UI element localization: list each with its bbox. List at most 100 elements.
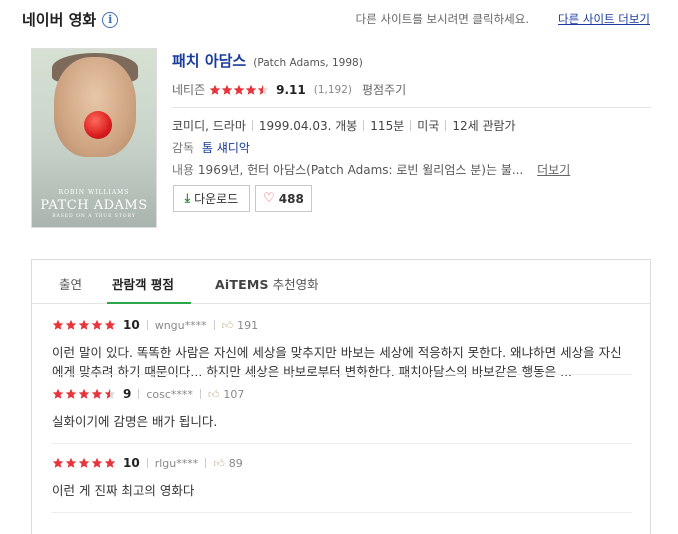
meta-separator	[445, 120, 447, 131]
aitems-label: AiTEMS	[215, 277, 269, 292]
review-score: 9	[123, 387, 132, 401]
star-icon	[245, 84, 257, 96]
review-header: 9 cosc**** 👍︎ 107	[52, 387, 632, 401]
review-likes: 107	[223, 387, 245, 401]
rating-count: (1,192)	[313, 83, 352, 96]
rate-link[interactable]: 평점주기	[362, 81, 406, 98]
top-bar: 네이버 영화 i 다른 사이트를 보시려면 클릭하세요. 다른 사이트 더보기	[0, 0, 678, 36]
meta-item: 미국	[417, 119, 440, 133]
separator	[205, 458, 207, 468]
summary-text: 1969년, 헌터 아담스(Patch Adams: 로빈 윌리엄스 분)는 불…	[197, 163, 524, 177]
star-icon	[65, 457, 77, 469]
meta-item: 12세 관람가	[452, 119, 516, 133]
thumbs-up-icon[interactable]: 👍︎	[213, 457, 225, 470]
star-icon	[91, 457, 103, 469]
review-text: 이런 말이 있다. 똑똑한 사람은 자신에 세상을 맞추지만 바보는 세상에 적…	[52, 345, 622, 379]
poster-title: PATCH ADAMS	[40, 198, 148, 213]
star-icon	[65, 319, 77, 331]
separator	[213, 320, 215, 330]
like-button[interactable]: ♡ 488	[255, 185, 312, 212]
star-icon	[65, 388, 77, 400]
movie-title-en: (Patch Adams, 1998)	[253, 57, 363, 69]
active-tab-indicator	[107, 302, 191, 304]
brand-label: 네이버 영화	[22, 11, 97, 29]
download-button[interactable]: ⤓ 다운로드	[173, 185, 250, 212]
star-icon	[233, 84, 245, 96]
star-icon	[104, 319, 116, 331]
star-icon	[78, 319, 90, 331]
tab-recommended-label: 추천영화	[272, 277, 319, 292]
star-icon	[52, 319, 64, 331]
download-icon: ⤓	[184, 191, 191, 205]
review-likes: 89	[228, 456, 243, 470]
movie-title: 패치 아담스 (Patch Adams, 1998)	[172, 50, 363, 71]
meta-separator	[251, 120, 253, 131]
review-user: cosc****	[146, 387, 193, 401]
brand-title: 네이버 영화 i	[22, 9, 119, 30]
summary-label: 내용	[172, 163, 195, 177]
director-label: 감독	[172, 141, 195, 155]
summary-row: 내용 1969년, 헌터 아담스(Patch Adams: 로빈 윌리엄스 분)…	[172, 161, 570, 178]
tab-recommended[interactable]: AiTEMS 추천영화	[215, 274, 319, 293]
other-sites-link[interactable]: 다른 사이트 더보기	[558, 11, 650, 27]
review-text: 이런 게 진짜 최고의 영화다	[52, 483, 195, 498]
movie-poster[interactable]: ROBIN WILLIAMS PATCH ADAMS BASED ON A TR…	[31, 48, 157, 228]
rating-stars	[209, 84, 269, 96]
meta-separator	[363, 120, 365, 131]
rating-row: 네티즌 9.11 (1,192) 평점주기	[172, 81, 406, 98]
review-user: rlgu****	[154, 456, 199, 470]
info-icon[interactable]: i	[102, 11, 119, 28]
poster-actor: ROBIN WILLIAMS	[58, 189, 130, 196]
review-text: 실화이기에 감명은 배가 됩니다.	[52, 414, 218, 429]
tab-cast[interactable]: 출연	[59, 274, 82, 293]
review-likes: 191	[237, 318, 259, 332]
director-link[interactable]: 톰 섀디악	[202, 141, 250, 155]
meta-item: 1999.04.03. 개봉	[258, 119, 358, 133]
director-row: 감독 톰 섀디악	[172, 139, 250, 156]
rating-label: 네티즌	[172, 83, 206, 97]
tab-audience-rating[interactable]: 관람객 평점	[112, 274, 174, 293]
rating-score: 9.11	[276, 82, 306, 97]
review-header: 10 rlgu**** 👍︎ 89	[52, 456, 632, 470]
review-user: wngu****	[154, 318, 207, 332]
review-panel: 출연 관람객 평점 AiTEMS 추천영화 10 wngu**** 👍︎ 191 이런 …	[31, 259, 651, 534]
review-item: 9 cosc**** 👍︎ 107 실화이기에 감명은 배가 됩니다.	[52, 387, 632, 431]
thumbs-up-icon[interactable]: 👍︎	[222, 319, 234, 332]
download-label: 다운로드	[194, 192, 239, 206]
separator	[146, 458, 148, 468]
star-icon	[78, 457, 90, 469]
review-stars	[52, 388, 117, 400]
meta-separator	[410, 120, 412, 131]
review-item: 10 rlgu**** 👍︎ 89 이런 게 진짜 최고의 영화다	[52, 456, 632, 500]
meta-item: 115분	[370, 119, 405, 133]
separator	[146, 320, 148, 330]
thumbs-up-icon[interactable]: 👍︎	[208, 388, 220, 401]
review-item: 10 wngu**** 👍︎ 191 이런 말이 있다. 똑똑한 사람은 자신에 세상을…	[52, 318, 632, 381]
movie-title-kr[interactable]: 패치 아담스	[172, 50, 246, 71]
review-score: 10	[123, 318, 140, 332]
meta-item: 코미디, 드라마	[172, 119, 246, 133]
more-link[interactable]: 더보기	[537, 163, 570, 177]
red-nose	[84, 111, 112, 139]
poster-tagline: BASED ON A TRUE STORY	[52, 214, 136, 219]
like-count: 488	[278, 191, 304, 206]
review-header: 10 wngu**** 👍︎ 191	[52, 318, 632, 332]
tab-bar: 출연 관람객 평점 AiTEMS 추천영화	[32, 260, 650, 304]
review-divider	[52, 443, 632, 444]
star-icon	[52, 457, 64, 469]
top-message: 다른 사이트를 보시려면 클릭하세요.	[355, 12, 529, 26]
star-icon	[52, 388, 64, 400]
star-icon	[104, 388, 116, 400]
review-stars	[52, 457, 117, 469]
divider	[172, 107, 651, 108]
review-divider	[52, 374, 632, 375]
star-icon	[104, 457, 116, 469]
separator	[138, 389, 140, 399]
star-icon	[78, 388, 90, 400]
movie-meta: 코미디, 드라마 1999.04.03. 개봉 115분 미국 12세 관람가	[172, 117, 516, 134]
review-divider	[52, 512, 632, 513]
heart-icon: ♡	[263, 191, 275, 206]
review-score: 10	[123, 456, 140, 470]
separator	[199, 389, 201, 399]
star-icon	[209, 84, 221, 96]
